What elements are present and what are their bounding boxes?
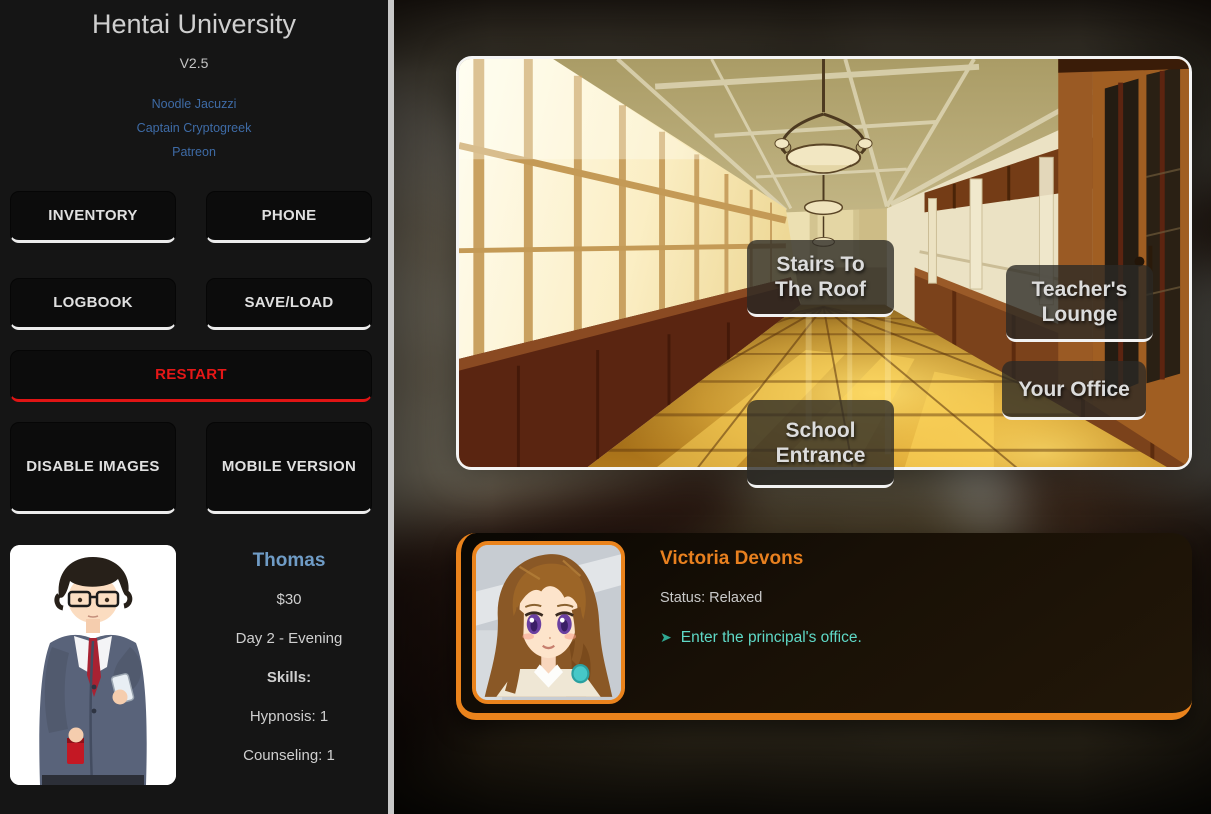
restart-button[interactable]: RESTART <box>10 350 372 402</box>
game-version: V2.5 <box>0 55 388 71</box>
phone-button[interactable]: PHONE <box>206 191 372 243</box>
skill-hypnosis: Hypnosis: 1 <box>190 697 388 736</box>
link-patreon[interactable]: Patreon <box>0 140 388 164</box>
npc-card: Victoria Devons Status: Relaxed ➤ Enter t… <box>456 533 1192 720</box>
credit-links: Noodle Jacuzzi Captain Cryptogreek Patre… <box>0 92 388 164</box>
disable-images-button[interactable]: DISABLE IMAGES <box>10 422 176 514</box>
npc-action-label[interactable]: Enter the principal's office. <box>681 629 862 646</box>
npc-name: Victoria Devons <box>660 548 803 570</box>
npc-action-link[interactable]: ➤ Enter the principal's office. <box>660 629 862 647</box>
sidebar: Hentai University V2.5 Noodle Jacuzzi Ca… <box>0 0 394 814</box>
location-button-your-office[interactable]: Your Office <box>1002 361 1146 420</box>
skill-counseling: Counseling: 1 <box>190 736 388 775</box>
player-name: Thomas <box>190 541 388 580</box>
player-info: Thomas $30 Day 2 - Evening Skills: Hypno… <box>190 541 388 775</box>
skills-heading: Skills: <box>190 658 388 697</box>
mobile-version-button[interactable]: MOBILE VERSION <box>206 422 372 514</box>
thomas-portrait <box>10 545 176 785</box>
location-button-stairs-to-the-roof[interactable]: Stairs To The Roof <box>747 240 894 317</box>
game-window: Stairs To The Roof Teacher's Lounge Your… <box>0 0 1211 814</box>
save-load-button[interactable]: SAVE/LOAD <box>206 278 372 330</box>
location-button-school-entrance[interactable]: School Entrance <box>747 400 894 488</box>
action-arrow-icon: ➤ <box>660 629 672 645</box>
victoria-portrait <box>472 541 625 704</box>
npc-status: Status: Relaxed <box>660 590 762 606</box>
link-captain-cryptogreek[interactable]: Captain Cryptogreek <box>0 116 388 140</box>
inventory-button[interactable]: INVENTORY <box>10 191 176 243</box>
game-title: Hentai University <box>0 0 388 40</box>
logbook-button[interactable]: LOGBOOK <box>10 278 176 330</box>
player-money: $30 <box>190 580 388 619</box>
location-button-teachers-lounge[interactable]: Teacher's Lounge <box>1006 265 1153 342</box>
scene-image-frame: Stairs To The Roof Teacher's Lounge Your… <box>456 56 1192 470</box>
player-time: Day 2 - Evening <box>190 619 388 658</box>
scene-area: Stairs To The Roof Teacher's Lounge Your… <box>394 0 1211 814</box>
link-noodle-jacuzzi[interactable]: Noodle Jacuzzi <box>0 92 388 116</box>
